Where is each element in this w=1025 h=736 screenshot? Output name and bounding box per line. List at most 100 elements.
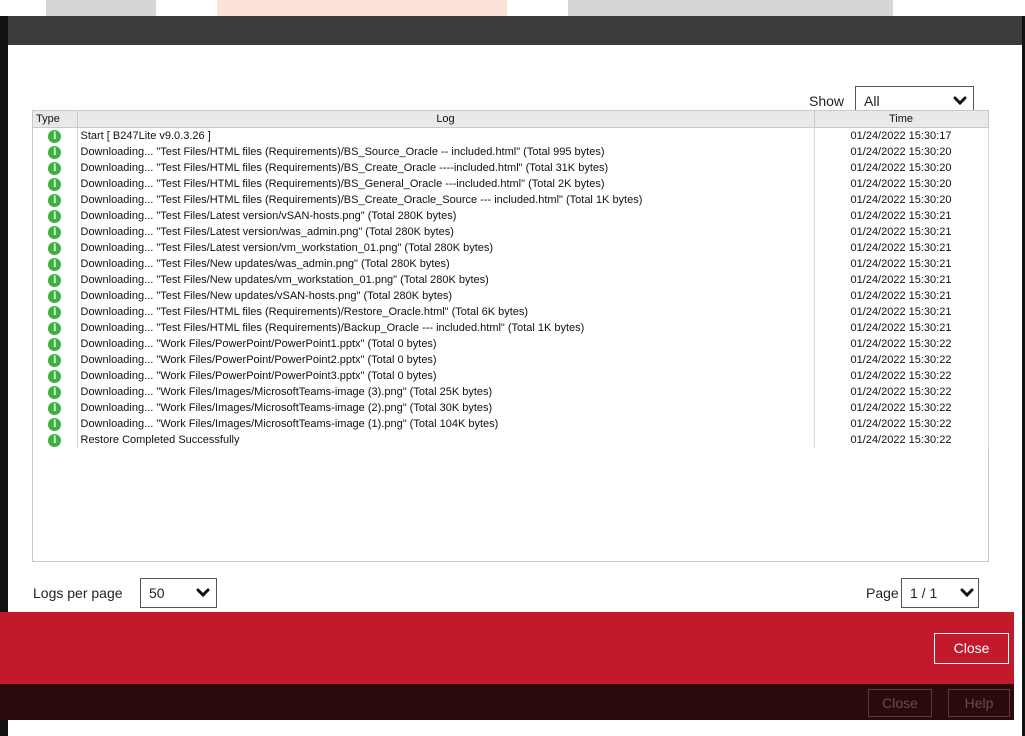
- log-time-cell: 01/24/2022 15:30:22: [814, 416, 989, 432]
- info-icon: i: [48, 257, 62, 271]
- page-select[interactable]: 1 / 1: [901, 578, 979, 608]
- log-row[interactable]: i Restore Completed Successfully 01/24/202…: [33, 432, 989, 448]
- log-time-cell: 01/24/2022 15:30:22: [814, 432, 989, 448]
- show-filter-value: All: [864, 93, 880, 109]
- log-message-cell: Downloading... "Work Files/PowerPoint/Po…: [77, 336, 815, 352]
- show-filter-label: Show: [809, 93, 845, 109]
- log-row[interactable]: i Downloading... "Test Files/New updates/…: [33, 272, 989, 288]
- column-header-log[interactable]: Log: [77, 111, 815, 128]
- log-time-cell: 01/24/2022 15:30:21: [814, 304, 989, 320]
- log-row[interactable]: i Downloading... "Test Files/Latest versi…: [33, 224, 989, 240]
- info-icon: i: [48, 433, 62, 447]
- log-time-cell: 01/24/2022 15:30:22: [814, 336, 989, 352]
- log-row[interactable]: i Downloading... "Test Files/Latest versi…: [33, 208, 989, 224]
- background-footer: [0, 684, 1014, 720]
- info-icon: i: [48, 161, 62, 175]
- log-time-cell: 01/24/2022 15:30:20: [814, 176, 989, 192]
- log-row[interactable]: i Downloading... "Test Files/HTML files (…: [33, 304, 989, 320]
- log-row[interactable]: i Downloading... "Test Files/HTML files (…: [33, 192, 989, 208]
- log-message-cell: Downloading... "Test Files/Latest versio…: [77, 240, 815, 256]
- info-icon: i: [48, 129, 62, 143]
- info-icon: i: [48, 241, 62, 255]
- log-message-cell: Downloading... "Work Files/PowerPoint/Po…: [77, 368, 815, 384]
- log-type-cell: i: [33, 127, 78, 144]
- column-header-type[interactable]: Type: [33, 111, 78, 128]
- logs-per-page-label: Logs per page: [33, 585, 123, 601]
- log-type-cell: i: [33, 304, 78, 320]
- log-row[interactable]: i Downloading... "Test Files/HTML files (…: [33, 160, 989, 176]
- dialog-header-bar: [8, 16, 1022, 45]
- log-message-cell: Downloading... "Work Files/Images/Micros…: [77, 416, 815, 432]
- log-message-cell: Downloading... "Test Files/Latest versio…: [77, 208, 815, 224]
- log-type-cell: i: [33, 272, 78, 288]
- log-row[interactable]: i Downloading... "Test Files/Latest versi…: [33, 240, 989, 256]
- log-row[interactable]: i Downloading... "Work Files/PowerPoint/P…: [33, 368, 989, 384]
- info-icon: i: [48, 337, 62, 351]
- log-type-cell: i: [33, 400, 78, 416]
- info-icon: i: [48, 401, 62, 415]
- log-time-cell: 01/24/2022 15:30:20: [814, 160, 989, 176]
- log-message-cell: Downloading... "Test Files/HTML files (R…: [77, 160, 815, 176]
- log-message-cell: Downloading... "Test Files/New updates/v…: [77, 272, 815, 288]
- info-icon: i: [48, 145, 62, 159]
- log-row[interactable]: i Downloading... "Test Files/HTML files (…: [33, 320, 989, 336]
- chevron-down-icon: [953, 96, 967, 106]
- log-message-cell: Downloading... "Work Files/Images/Micros…: [77, 400, 815, 416]
- log-type-cell: i: [33, 352, 78, 368]
- log-time-cell: 01/24/2022 15:30:21: [814, 256, 989, 272]
- info-icon: i: [48, 225, 62, 239]
- chevron-down-icon: [960, 588, 974, 598]
- log-time-cell: 01/24/2022 15:30:17: [814, 127, 989, 144]
- background-close-button: Close: [868, 689, 932, 717]
- page-label: Page: [866, 585, 899, 601]
- log-type-cell: i: [33, 144, 78, 160]
- log-time-cell: 01/24/2022 15:30:21: [814, 240, 989, 256]
- log-time-cell: 01/24/2022 15:30:22: [814, 400, 989, 416]
- log-time-cell: 01/24/2022 15:30:22: [814, 368, 989, 384]
- log-row[interactable]: i Downloading... "Work Files/PowerPoint/P…: [33, 352, 989, 368]
- log-message-cell: Downloading... "Test Files/HTML files (R…: [77, 304, 815, 320]
- log-type-cell: i: [33, 208, 78, 224]
- log-message-cell: Downloading... "Test Files/Latest versio…: [77, 224, 815, 240]
- log-type-cell: i: [33, 384, 78, 400]
- info-icon: i: [48, 385, 62, 399]
- background-tab: [568, 0, 893, 16]
- log-message-cell: Restore Completed Successfully: [77, 432, 815, 448]
- log-message-cell: Downloading... "Test Files/New updates/v…: [77, 288, 815, 304]
- info-icon: i: [48, 369, 62, 383]
- log-row[interactable]: i Downloading... "Work Files/Images/Micro…: [33, 400, 989, 416]
- log-row[interactable]: i Downloading... "Test Files/HTML files (…: [33, 176, 989, 192]
- log-time-cell: 01/24/2022 15:30:20: [814, 144, 989, 160]
- logs-per-page-select[interactable]: 50: [140, 578, 217, 608]
- close-button[interactable]: Close: [934, 633, 1009, 664]
- log-table-header: Type Log Time: [33, 111, 989, 128]
- info-icon: i: [48, 209, 62, 223]
- log-row[interactable]: i Downloading... "Work Files/PowerPoint/P…: [33, 336, 989, 352]
- log-type-cell: i: [33, 176, 78, 192]
- log-row[interactable]: i Start [ B247Lite v9.0.3.26 ] 01/24/2022 …: [33, 127, 989, 144]
- log-type-cell: i: [33, 160, 78, 176]
- info-icon: i: [48, 305, 62, 319]
- log-row[interactable]: i Downloading... "Test Files/HTML files (…: [33, 144, 989, 160]
- column-header-time[interactable]: Time: [814, 111, 989, 128]
- log-row[interactable]: i Downloading... "Work Files/Images/Micro…: [33, 416, 989, 432]
- log-table-panel[interactable]: Type Log Time i Start [ B247Lite v9.0.3.2…: [32, 110, 989, 562]
- info-icon: i: [48, 193, 62, 207]
- log-type-cell: i: [33, 336, 78, 352]
- log-time-cell: 01/24/2022 15:30:21: [814, 288, 989, 304]
- log-type-cell: i: [33, 320, 78, 336]
- log-time-cell: 01/24/2022 15:30:21: [814, 320, 989, 336]
- info-icon: i: [48, 417, 62, 431]
- log-message-cell: Downloading... "Test Files/HTML files (R…: [77, 192, 815, 208]
- log-time-cell: 01/24/2022 15:30:22: [814, 352, 989, 368]
- log-time-cell: 01/24/2022 15:30:21: [814, 224, 989, 240]
- log-row[interactable]: i Downloading... "Test Files/New updates/…: [33, 256, 989, 272]
- log-row[interactable]: i Downloading... "Test Files/New updates/…: [33, 288, 989, 304]
- info-icon: i: [48, 321, 62, 335]
- chevron-down-icon: [196, 588, 210, 598]
- log-message-cell: Downloading... "Test Files/HTML files (R…: [77, 320, 815, 336]
- logs-per-page-value: 50: [149, 585, 165, 601]
- log-row[interactable]: i Downloading... "Work Files/Images/Micro…: [33, 384, 989, 400]
- log-type-cell: i: [33, 240, 78, 256]
- log-time-cell: 01/24/2022 15:30:20: [814, 192, 989, 208]
